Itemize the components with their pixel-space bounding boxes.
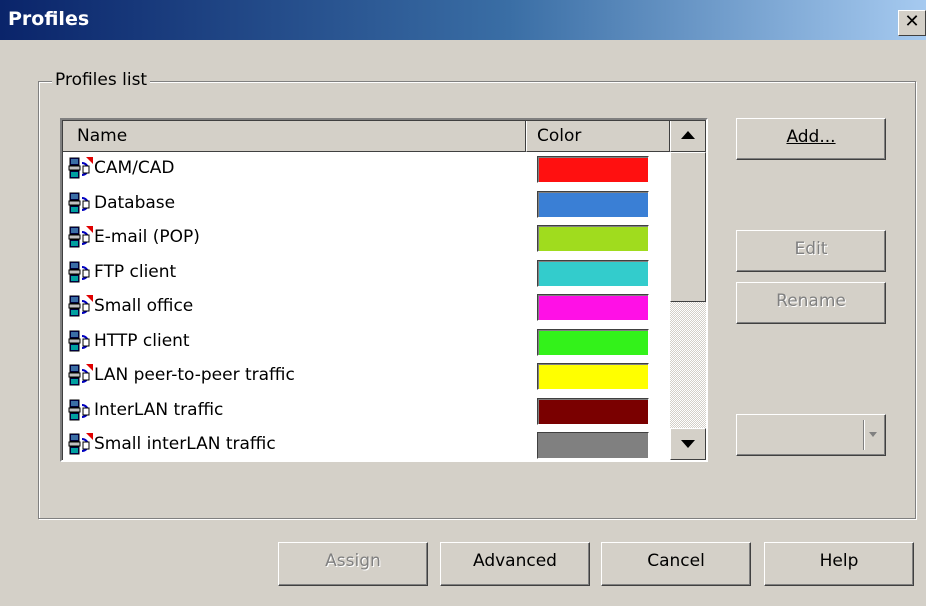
profile-icon xyxy=(68,399,90,420)
assign-button-label: Assign xyxy=(325,551,381,571)
list-item[interactable]: InterLAN traffic xyxy=(62,394,670,429)
rename-button-label: Rename xyxy=(776,291,846,311)
advanced-button-label: Advanced xyxy=(473,551,557,571)
list-item[interactable]: FTP client xyxy=(62,256,670,291)
profiles-list[interactable]: Name Color CAM/CAD Database E-mail (POP) FT… xyxy=(60,118,708,462)
color-swatch[interactable] xyxy=(537,328,649,356)
list-item-label: Small office xyxy=(94,296,194,316)
close-icon: ✕ xyxy=(904,11,920,32)
color-swatch[interactable] xyxy=(537,397,649,425)
list-header: Name Color xyxy=(62,120,670,152)
scroll-down-button[interactable] xyxy=(670,428,706,460)
list-item-label: FTP client xyxy=(94,261,177,282)
profile-icon xyxy=(68,433,93,455)
list-item[interactable]: Small interLAN traffic xyxy=(62,428,670,460)
list-item-label: Database xyxy=(94,192,176,213)
edit-button-label: Edit xyxy=(794,239,828,259)
close-button[interactable]: ✕ xyxy=(898,10,926,36)
add-button-label: Add... xyxy=(786,127,836,147)
list-item[interactable]: Database xyxy=(62,187,670,222)
profile-icon xyxy=(68,226,93,248)
add-button[interactable]: Add... xyxy=(736,118,886,160)
chevron-down-icon[interactable] xyxy=(869,432,877,437)
assign-button[interactable]: Assign xyxy=(278,542,428,586)
scroll-up-button[interactable] xyxy=(670,120,706,152)
advanced-button[interactable]: Advanced xyxy=(440,542,590,586)
cancel-button-label: Cancel xyxy=(647,551,705,571)
help-button-label: Help xyxy=(819,551,859,571)
profile-icon xyxy=(68,295,93,317)
profile-icon xyxy=(68,192,90,213)
title-bar: Profiles xyxy=(0,0,926,40)
profile-icon xyxy=(68,364,93,386)
color-swatch[interactable] xyxy=(537,294,649,321)
list-item[interactable]: E-mail (POP) xyxy=(62,221,670,256)
color-swatch[interactable] xyxy=(537,432,649,459)
list-item-label: HTTP client xyxy=(94,330,190,351)
profile-icon xyxy=(68,330,90,351)
list-item[interactable]: HTTP client xyxy=(62,325,670,360)
color-swatch[interactable] xyxy=(537,190,649,218)
color-swatch[interactable] xyxy=(537,363,649,390)
profile-combo[interactable] xyxy=(736,414,886,456)
list-item[interactable]: LAN peer-to-peer traffic xyxy=(62,359,670,394)
profile-icon xyxy=(68,261,90,282)
combo-separator xyxy=(863,420,865,450)
color-swatch[interactable] xyxy=(537,225,649,252)
column-header-color[interactable]: Color xyxy=(526,120,670,152)
list-item[interactable]: Small office xyxy=(62,290,670,325)
arrow-up-icon xyxy=(681,131,695,139)
list-item[interactable]: CAM/CAD xyxy=(62,152,670,187)
list-item-label: CAM/CAD xyxy=(94,158,175,178)
list-item-label: Small interLAN traffic xyxy=(94,434,276,454)
list-item-label: InterLAN traffic xyxy=(94,399,224,420)
vertical-scrollbar[interactable] xyxy=(670,120,706,460)
groupbox-title: Profiles list xyxy=(52,70,151,90)
color-swatch[interactable] xyxy=(537,156,649,183)
list-item-label: LAN peer-to-peer traffic xyxy=(94,365,295,385)
cancel-button[interactable]: Cancel xyxy=(601,542,751,586)
color-swatch[interactable] xyxy=(537,259,649,287)
list-item-label: E-mail (POP) xyxy=(94,227,200,247)
help-button[interactable]: Help xyxy=(764,542,914,586)
scroll-thumb[interactable] xyxy=(670,152,706,302)
column-header-name[interactable]: Name xyxy=(62,120,526,152)
window-title: Profiles xyxy=(8,8,90,30)
list-rows: CAM/CAD Database E-mail (POP) FTP client Sma… xyxy=(62,152,670,460)
rename-button[interactable]: Rename xyxy=(736,282,886,324)
profile-icon xyxy=(68,157,93,179)
arrow-down-icon xyxy=(681,440,695,448)
edit-button[interactable]: Edit xyxy=(736,230,886,272)
